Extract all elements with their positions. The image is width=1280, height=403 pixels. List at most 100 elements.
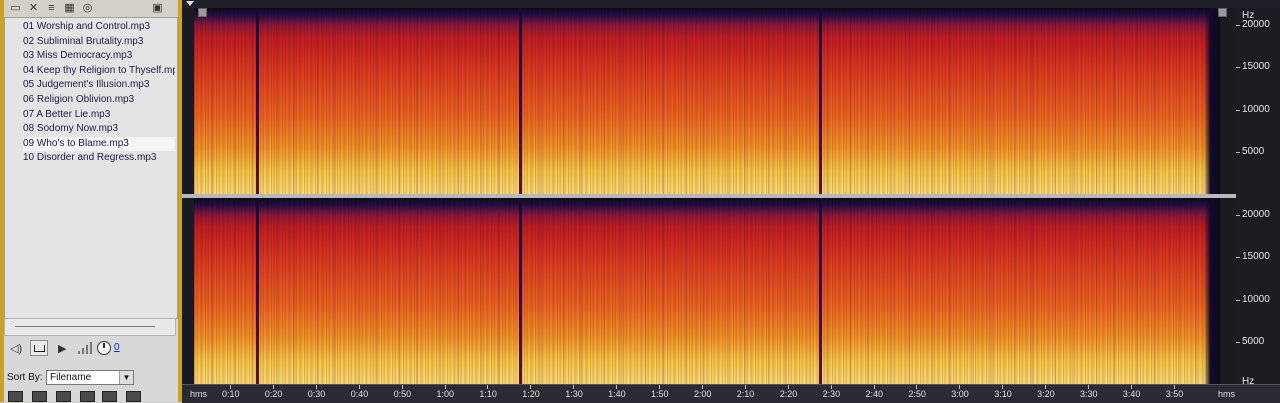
- sort-row: Sort By: Filename ▼: [4, 368, 178, 388]
- frequency-tick-label: 5000: [1242, 145, 1265, 157]
- frequency-tick-label: 5000: [1242, 335, 1265, 347]
- loop-button[interactable]: [30, 340, 48, 356]
- frequency-tick-label: 20000: [1242, 19, 1270, 31]
- file-item[interactable]: 02 Subliminal Brutality.mp3: [23, 35, 175, 49]
- time-tick-label: 2:40: [865, 389, 884, 399]
- time-tick-label: 1:00: [436, 389, 455, 399]
- frequency-tick: [1236, 109, 1240, 111]
- edit-icon[interactable]: [80, 391, 95, 402]
- append-icon[interactable]: [32, 391, 47, 402]
- track-boundary-marker: [519, 198, 522, 384]
- time-tick-label: 3:30: [1080, 389, 1098, 399]
- transport-controls: ◁) ▶ 0: [4, 338, 178, 362]
- volume-knob[interactable]: [97, 341, 111, 355]
- spectrogram-end-fade: [1204, 198, 1220, 384]
- track-boundary-marker: [819, 198, 822, 384]
- time-tick-label: 3:00: [951, 389, 969, 399]
- open-file-icon[interactable]: ▭: [8, 1, 23, 15]
- track-boundary-marker: [519, 8, 522, 194]
- spectral-editor[interactable]: Hz Hz 20000 15000 10000 5000 20000 15000 10000 50…: [182, 0, 1280, 403]
- time-tick-label: 1:40: [608, 389, 626, 399]
- time-tick-label: 0:30: [307, 389, 326, 399]
- time-tick-label: 2:20: [779, 389, 798, 399]
- files-toolbar: ▭ ✕ ≡ ▦ ◎ ▣: [4, 0, 178, 17]
- spectrogram-texture-fine: [194, 198, 1220, 384]
- time-tick-label: 0:10: [222, 389, 240, 399]
- frequency-tick-label: 15000: [1242, 61, 1270, 73]
- sort-select-value: Filename: [50, 372, 92, 383]
- film-icon[interactable]: ▦: [62, 1, 77, 15]
- time-tick-label: 1:30: [565, 389, 583, 399]
- playhead-marker-icon[interactable]: [186, 1, 194, 6]
- bottom-toolbar: [4, 390, 178, 402]
- file-item[interactable]: 01 Worship and Control.mp3: [23, 20, 175, 34]
- spectrogram-texture-fine: [194, 8, 1220, 194]
- delete-icon[interactable]: [56, 391, 71, 402]
- play-icon[interactable]: ▶: [58, 341, 66, 357]
- file-item-label: 02 Subliminal Brutality.mp3: [23, 35, 144, 47]
- horizontal-scrollbar[interactable]: [4, 318, 176, 336]
- file-item-label: 04 Keep thy Religion to Thyself.mp3: [23, 64, 175, 76]
- import-icon[interactable]: ≡: [44, 1, 59, 15]
- view-options-icon[interactable]: ▣: [150, 1, 165, 15]
- frequency-tick: [1236, 151, 1240, 153]
- file-item[interactable]: 09 Who's to Blame.mp3: [23, 136, 175, 151]
- cd-icon[interactable]: ◎: [80, 1, 95, 15]
- loop-play-icon[interactable]: [126, 391, 141, 402]
- track-boundary-marker: [256, 198, 259, 384]
- time-tick-label: 3:10: [994, 389, 1012, 399]
- file-item[interactable]: 05 Judgement's Illusion.mp3: [23, 78, 175, 92]
- frequency-scale: Hz Hz 20000 15000 10000 5000 20000 15000 10000 50…: [1236, 8, 1280, 387]
- right-channel-spectrogram[interactable]: [194, 198, 1220, 384]
- auto-play-icon[interactable]: [102, 391, 117, 402]
- file-item-label: 06 Religion Oblivion.mp3: [23, 94, 135, 105]
- volume-value[interactable]: 0: [114, 342, 120, 353]
- file-item[interactable]: 07 A Better Lie.mp3: [23, 108, 175, 122]
- time-tick-label: 1:10: [479, 389, 497, 399]
- time-tick-label: 3:20: [1037, 389, 1055, 399]
- file-item[interactable]: 10 Disorder and Regress.mp3: [23, 151, 175, 165]
- file-item[interactable]: 03 Miss Democracy.mp3: [23, 49, 175, 63]
- file-item[interactable]: 06 Religion Oblivion.mp3: [23, 93, 175, 107]
- close-file-icon[interactable]: ✕: [26, 1, 41, 15]
- frequency-tick-label: 10000: [1242, 293, 1270, 305]
- speaker-icon[interactable]: ◁): [10, 341, 22, 357]
- file-item-label: 01 Worship and Control.mp3: [23, 21, 151, 32]
- editor-top-bar: [182, 0, 1280, 8]
- frequency-tick: [1236, 341, 1240, 343]
- time-tick-label: 2:10: [736, 389, 755, 399]
- insert-icon[interactable]: [8, 391, 23, 402]
- time-tick-label: 3:50: [1165, 389, 1184, 399]
- time-end-unit-label: hms: [1218, 389, 1236, 399]
- file-list[interactable]: 01 Worship and Control.mp3 02 Subliminal …: [4, 17, 178, 319]
- file-item-label: 07 A Better Lie.mp3: [23, 108, 111, 120]
- left-channel-spectrogram[interactable]: [194, 8, 1220, 194]
- file-item-label: 08 Sodomy Now.mp3: [23, 123, 119, 135]
- frequency-tick-label: 15000: [1242, 251, 1270, 263]
- time-tick-label: 2:30: [822, 389, 841, 399]
- file-item[interactable]: 04 Keep thy Religion to Thyself.mp3: [23, 64, 175, 78]
- spectrogram-end-fade: [1204, 8, 1220, 194]
- time-tick-label: 0:20: [264, 389, 283, 399]
- frequency-tick: [1236, 215, 1240, 217]
- time-tick-label: 2:50: [908, 389, 926, 399]
- time-tick-label: 1:20: [522, 389, 540, 399]
- time-tick-label: 1:50: [651, 389, 669, 399]
- file-item[interactable]: 08 Sodomy Now.mp3: [23, 122, 175, 136]
- volume-bars-icon: [78, 342, 94, 354]
- file-item-label: 09 Who's to Blame.mp3: [23, 137, 129, 149]
- fade-in-handle-icon[interactable]: [198, 8, 207, 17]
- scrollbar-grip[interactable]: [15, 326, 155, 327]
- fade-out-handle-icon[interactable]: [1218, 8, 1227, 17]
- time-tick-label: 3:40: [1122, 389, 1141, 399]
- track-boundary-marker: [256, 8, 259, 194]
- frequency-tick-label: 10000: [1242, 103, 1270, 115]
- time-tick-label: 2:00: [693, 389, 712, 399]
- frequency-tick: [1236, 25, 1240, 27]
- time-ruler[interactable]: hms 0:10 0:20 0:30 0:40 0:50 1:00 1:10 1:20 1:30 1…: [182, 384, 1280, 403]
- files-panel: ▭ ✕ ≡ ▦ ◎ ▣ 01 Worship and Control.mp3 02…: [4, 0, 178, 402]
- sort-select[interactable]: Filename ▼: [46, 370, 134, 385]
- chevron-down-icon[interactable]: ▼: [119, 371, 133, 384]
- time-tick-label: 0:50: [393, 389, 412, 399]
- file-item-label: 10 Disorder and Regress.mp3: [23, 152, 157, 164]
